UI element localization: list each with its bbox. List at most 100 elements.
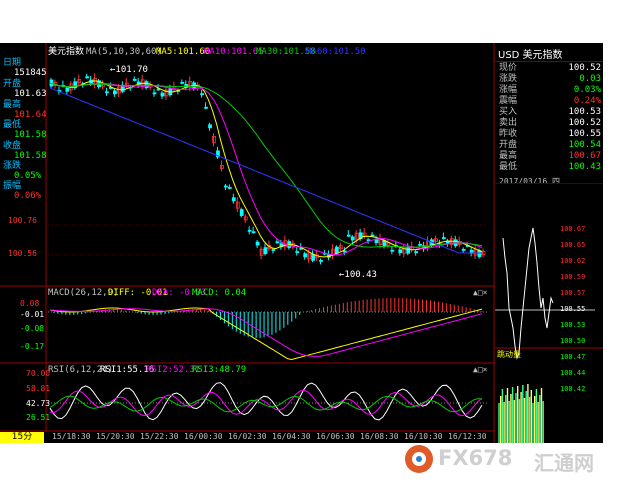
candle bbox=[239, 209, 244, 216]
quote-row-value: 100.67 bbox=[568, 151, 601, 161]
candle bbox=[65, 87, 70, 92]
candle bbox=[255, 241, 260, 246]
macd-tick: -0.08 bbox=[20, 324, 45, 333]
candle bbox=[334, 246, 339, 254]
high-label: 最高 bbox=[3, 100, 22, 110]
candle bbox=[200, 93, 204, 96]
intraday-tick: 100.67 bbox=[560, 225, 585, 233]
candle bbox=[342, 250, 347, 253]
quote-row: 买入 100.53 bbox=[499, 107, 603, 118]
high-annotation-value: 101.70 bbox=[115, 65, 148, 75]
low-label: 最低 bbox=[3, 120, 22, 130]
chart-title: 美元指数 bbox=[48, 47, 85, 57]
quote-row-label: 买入 bbox=[499, 107, 518, 117]
low-annotation-value: 100.43 bbox=[344, 270, 377, 280]
date-label: 日期 bbox=[3, 58, 22, 68]
candle bbox=[461, 248, 466, 251]
quote-row-value: 100.52 bbox=[568, 118, 601, 128]
quote-row-value: 100.52 bbox=[568, 63, 601, 73]
change-value: 0.05% bbox=[14, 171, 42, 181]
time-axis-label: 16/08:30 bbox=[360, 432, 399, 441]
intraday-tick: 100.62 bbox=[560, 257, 585, 265]
ma-settings-label: MA(5,10,30,60) bbox=[86, 47, 162, 57]
quote-row-label: 震幅 bbox=[499, 96, 518, 106]
candle bbox=[231, 197, 236, 202]
high-value: 101.64 bbox=[14, 110, 47, 120]
candle bbox=[263, 247, 268, 255]
close-label: 收盘 bbox=[3, 141, 22, 151]
intraday-tick: 100.59 bbox=[560, 273, 585, 281]
intraday-tick: 100.57 bbox=[560, 289, 585, 297]
candle bbox=[208, 124, 212, 129]
quote-row: 涨幅 0.03% bbox=[499, 85, 603, 96]
macd-window-controls[interactable]: ▲□× bbox=[473, 288, 487, 298]
quote-row-value: 0.24% bbox=[573, 96, 601, 106]
candle bbox=[223, 185, 228, 188]
time-axis-label: 15/18:30 bbox=[52, 432, 91, 441]
quote-row-label: 昨收 bbox=[499, 129, 518, 139]
quote-row-label: 涨跌 bbox=[499, 74, 518, 84]
quote-row-value: 0.03% bbox=[573, 85, 601, 95]
price-tick: 100.76 bbox=[8, 216, 37, 225]
quote-row-label: 现价 bbox=[499, 63, 518, 73]
candle bbox=[204, 106, 208, 109]
rsi-tick: 42.73 bbox=[26, 399, 51, 408]
ma10-value: MA10:101.65 bbox=[204, 47, 264, 57]
candle bbox=[113, 90, 117, 95]
time-axis-label: 16/12:30 bbox=[448, 432, 487, 441]
quote-row-value: 100.43 bbox=[568, 162, 601, 172]
candle bbox=[374, 239, 379, 243]
amp-value: 0.06% bbox=[14, 191, 42, 201]
quote-row: 开盘 100.54 bbox=[499, 140, 603, 151]
watermark-cn: 汇通网 bbox=[534, 451, 594, 475]
time-axis-label: 16/04:30 bbox=[272, 432, 311, 441]
rsi-tick: 26.51 bbox=[26, 413, 51, 422]
candle bbox=[247, 229, 252, 232]
intraday-tick: 100.50 bbox=[560, 337, 585, 345]
time-axis-label: 15/20:30 bbox=[96, 432, 135, 441]
candle bbox=[275, 241, 280, 244]
intraday-chart[interactable]: 100.67 100.65 100.62 100.59 100.57 100.55 100.… bbox=[495, 183, 603, 443]
time-axis-label: 16/00:30 bbox=[184, 432, 223, 441]
ma5-value: MA5:101.60 bbox=[156, 47, 211, 57]
time-axis-label: 16/02:30 bbox=[228, 432, 267, 441]
quote-row: 最高 100.67 bbox=[499, 151, 603, 162]
intraday-tick: 100.42 bbox=[560, 385, 585, 393]
low-value: 101.58 bbox=[14, 130, 47, 140]
candle bbox=[227, 186, 232, 189]
chart-background bbox=[0, 43, 495, 443]
candle bbox=[144, 81, 149, 89]
candle bbox=[180, 82, 185, 84]
change-label: 涨跌 bbox=[3, 161, 22, 171]
intraday-tick: 100.47 bbox=[560, 353, 585, 361]
close-button[interactable]: × bbox=[483, 288, 488, 297]
candle bbox=[350, 236, 355, 241]
quote-row: 震幅 0.24% bbox=[499, 96, 603, 107]
quote-row-label: 开盘 bbox=[499, 140, 518, 150]
rsi-window-controls[interactable]: ▲□× bbox=[473, 365, 487, 375]
candle bbox=[414, 251, 419, 254]
watermark-brand: FX678 bbox=[438, 446, 513, 470]
candle bbox=[105, 91, 109, 94]
quote-row: 最低 100.43 bbox=[499, 162, 603, 173]
quote-row-value: 100.55 bbox=[568, 129, 601, 139]
candle bbox=[398, 249, 403, 254]
candle bbox=[406, 246, 411, 254]
candle bbox=[346, 234, 351, 237]
macd-tick: -0.01 bbox=[20, 310, 45, 319]
quote-row-label: 涨幅 bbox=[499, 85, 518, 95]
close-button[interactable]: × bbox=[483, 365, 488, 374]
intraday-tick: 100.65 bbox=[560, 241, 585, 249]
kline-chart[interactable] bbox=[0, 43, 495, 443]
intraday-tick: 100.55 bbox=[560, 305, 585, 313]
quote-row: 卖出 100.52 bbox=[499, 118, 603, 129]
macd-value: MACD: 0.04 bbox=[192, 288, 247, 298]
low-annotation: ←100.43 bbox=[339, 270, 377, 280]
quote-row: 现价 100.52 bbox=[499, 63, 603, 74]
intraday-tick: 100.53 bbox=[560, 321, 585, 329]
quote-row-value: 100.54 bbox=[568, 140, 601, 150]
candle bbox=[370, 234, 375, 237]
time-axis-label: 16/10:30 bbox=[404, 432, 443, 441]
ma60-value: MA60:101.50 bbox=[306, 47, 366, 57]
open-value: 101.63 bbox=[14, 89, 47, 99]
